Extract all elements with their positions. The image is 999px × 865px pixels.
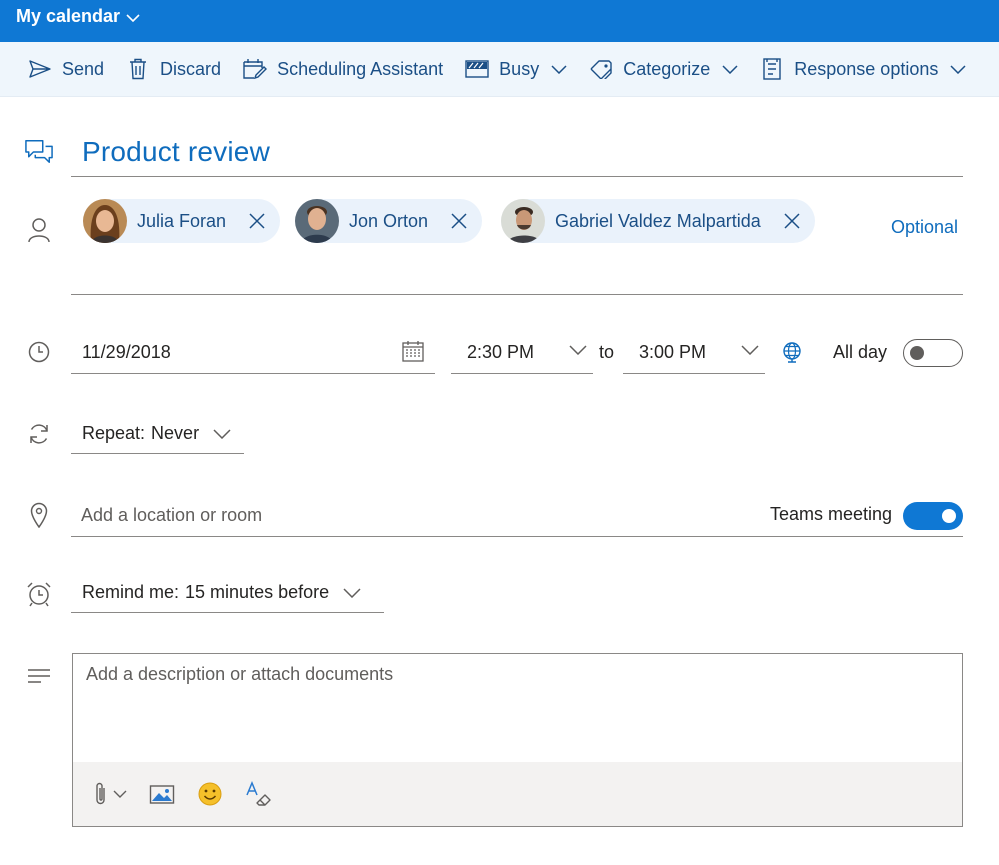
chevron-down-icon	[551, 65, 567, 74]
chevron-down-icon	[126, 13, 140, 22]
end-time-dropdown[interactable]: 3:00 PM	[623, 330, 765, 374]
chevron-down-icon	[213, 428, 231, 439]
start-time-dropdown[interactable]: 2:30 PM	[451, 330, 593, 374]
paperclip-icon	[96, 782, 105, 805]
attendee-chip[interactable]: Gabriel Valdez Malpartida	[501, 199, 815, 243]
calendar-edit-icon	[243, 57, 268, 81]
chevron-down-icon	[722, 65, 738, 74]
end-time: 3:00 PM	[639, 342, 707, 362]
categorize-dropdown[interactable]: Categorize	[589, 57, 738, 81]
busy-dropdown[interactable]: Busy	[465, 57, 567, 81]
repeat-label: Repeat:	[82, 423, 146, 443]
top-bar: My calendar	[0, 0, 999, 42]
response-options-icon	[760, 57, 784, 81]
reminder-dropdown[interactable]: Remind me: 15 minutes before	[71, 573, 384, 613]
location-input[interactable]	[81, 501, 741, 529]
format-eraser-icon	[246, 781, 271, 806]
repeat-icon	[25, 420, 53, 448]
event-title-field[interactable]: Product review	[71, 130, 963, 177]
scheduling-assistant-label: Scheduling Assistant	[277, 58, 444, 79]
attendees-field[interactable]: Julia Foran Jon Orton Gabriel Valdez Mal…	[71, 190, 963, 295]
event-title: Product review	[82, 136, 270, 167]
toggle-knob	[942, 509, 956, 523]
repeat-dropdown[interactable]: Repeat: Never	[71, 414, 244, 454]
trash-icon	[126, 57, 150, 81]
description-editor	[72, 653, 963, 827]
location-pin-icon	[25, 501, 53, 529]
attendee-chip[interactable]: Jon Orton	[295, 199, 483, 243]
avatar	[295, 199, 339, 243]
send-label: Send	[62, 58, 105, 79]
avatar	[83, 199, 127, 243]
chat-bubbles-icon	[25, 138, 53, 166]
insert-picture-button[interactable]	[149, 783, 175, 805]
time-zone-globe-icon[interactable]	[780, 340, 804, 369]
chevron-down-icon	[950, 65, 966, 74]
all-day-toggle[interactable]	[903, 339, 963, 367]
alarm-clock-icon	[25, 580, 53, 608]
discard-button[interactable]: Discard	[126, 57, 221, 81]
attendee-name: Julia Foran	[137, 210, 227, 231]
start-time: 2:30 PM	[467, 342, 535, 362]
chevron-down-icon	[343, 587, 361, 598]
response-options-dropdown[interactable]: Response options	[760, 57, 966, 81]
send-icon	[28, 57, 52, 81]
repeat-value: Never	[151, 423, 200, 443]
picture-icon	[149, 785, 175, 804]
avatar	[501, 199, 545, 243]
attendee-chip[interactable]: Julia Foran	[83, 199, 281, 243]
attendee-name: Gabriel Valdez Malpartida	[555, 210, 761, 231]
close-icon[interactable]	[450, 212, 468, 230]
clock-icon	[25, 338, 53, 366]
calendar-icon[interactable]	[402, 340, 424, 367]
all-day-label: All day	[833, 342, 888, 362]
reminder-label: Remind me:	[82, 582, 180, 602]
categorize-label: Categorize	[623, 58, 711, 79]
busy-label: Busy	[499, 58, 540, 79]
start-date-field[interactable]: 11/29/2018	[71, 330, 435, 374]
time-range-separator: to	[599, 342, 615, 362]
reminder-value: 15 minutes before	[185, 582, 330, 602]
discard-label: Discard	[160, 58, 222, 79]
command-toolbar: Send Discard Scheduling Assistant Busy C…	[0, 42, 999, 97]
description-toolbar	[73, 762, 962, 826]
calendar-name: My calendar	[16, 6, 121, 26]
start-date: 11/29/2018	[82, 342, 171, 362]
teams-meeting-label: Teams meeting	[770, 504, 893, 524]
toggle-knob	[910, 346, 924, 360]
teams-meeting-toggle[interactable]	[903, 502, 963, 530]
person-icon	[25, 216, 53, 244]
busy-status-icon	[465, 57, 489, 81]
response-options-label: Response options	[794, 58, 939, 79]
tag-icon	[589, 57, 613, 81]
attendee-name: Jon Orton	[349, 210, 429, 231]
text-lines-icon	[25, 663, 53, 691]
format-text-button[interactable]	[245, 781, 271, 807]
close-icon[interactable]	[248, 212, 266, 230]
location-field: Teams meeting	[71, 493, 963, 537]
optional-attendees-link[interactable]: Optional	[891, 217, 958, 238]
scheduling-assistant-button[interactable]: Scheduling Assistant	[243, 57, 443, 81]
calendar-selector[interactable]: My calendar	[16, 6, 140, 27]
chevron-down-icon	[741, 345, 759, 355]
description-input[interactable]	[86, 664, 946, 754]
smiley-icon	[198, 782, 222, 806]
emoji-button[interactable]	[197, 781, 223, 807]
close-icon[interactable]	[783, 212, 801, 230]
send-button[interactable]: Send	[28, 57, 104, 81]
chevron-down-icon	[113, 790, 127, 798]
chevron-down-icon	[569, 345, 587, 355]
attach-dropdown[interactable]	[93, 781, 127, 807]
